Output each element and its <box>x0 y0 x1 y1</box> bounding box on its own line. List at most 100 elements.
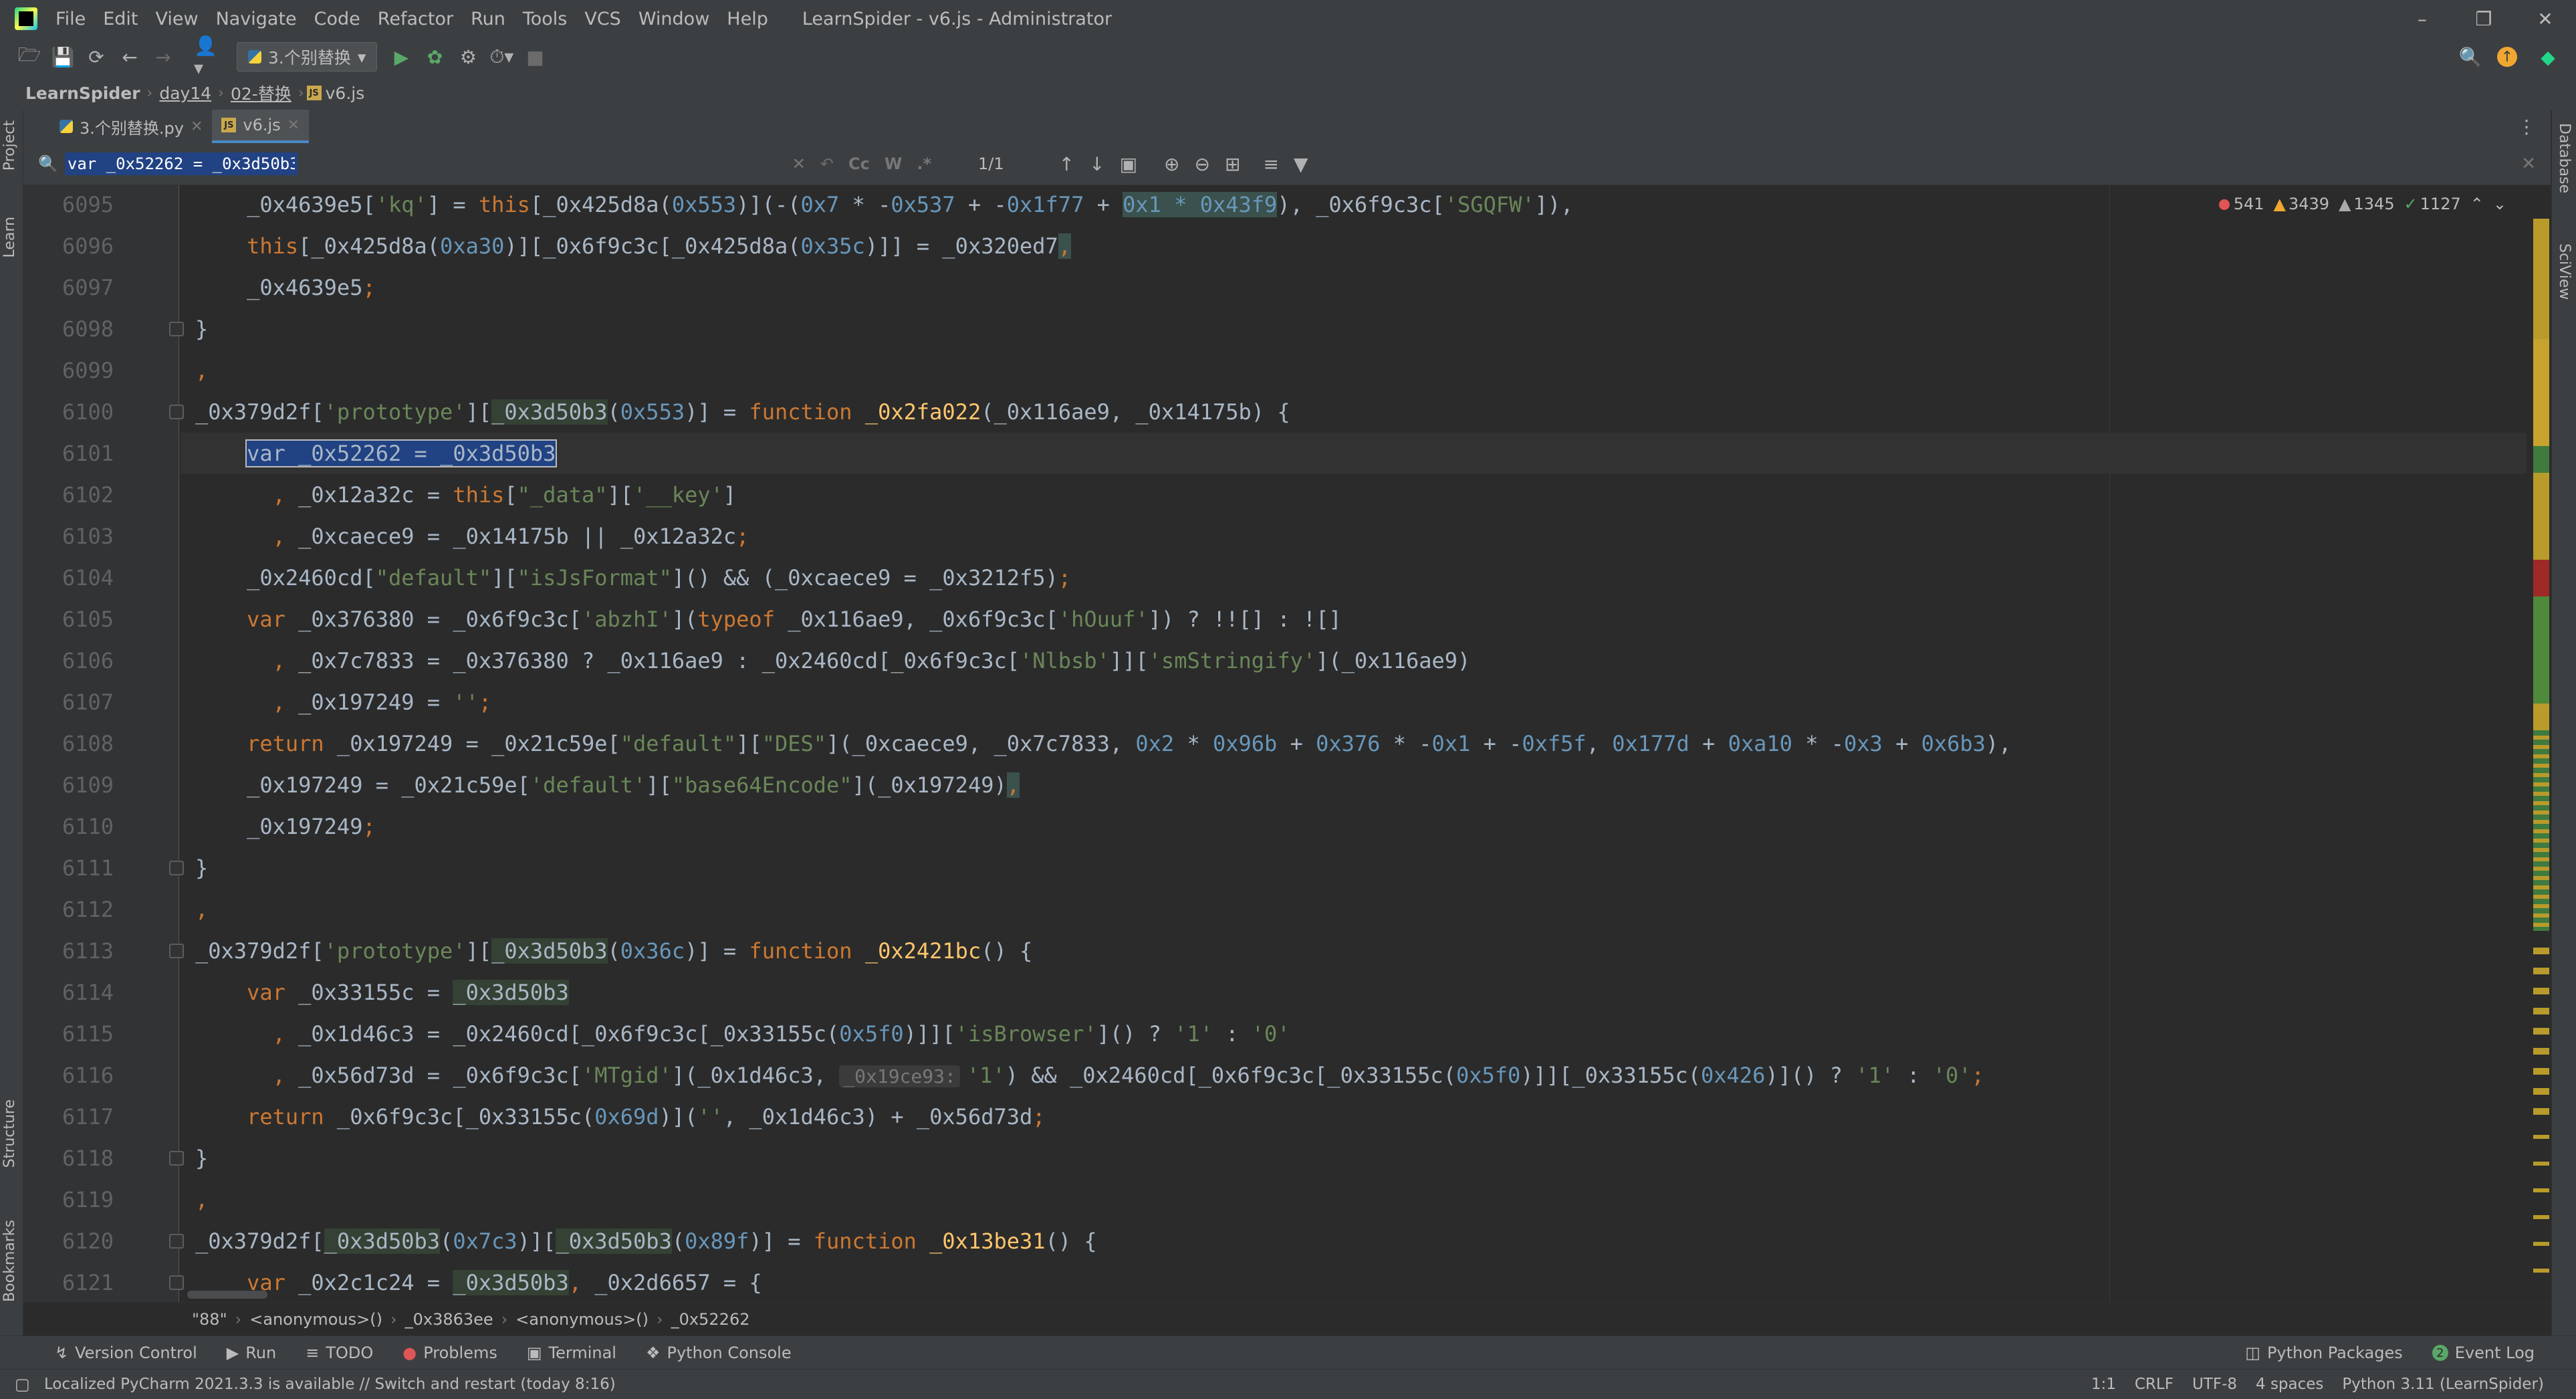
add-occurrence-icon[interactable]: ⊕ <box>1164 153 1179 175</box>
status-message[interactable]: Localized PyCharm 2021.3.3 is available … <box>44 1376 616 1393</box>
close-tab-icon[interactable]: ✕ <box>191 118 203 135</box>
code-line[interactable]: , _0x7c7833 = _0x376380 ? _0x116ae9 : _0… <box>195 640 1471 681</box>
code-line[interactable]: _0x2460cd["default"]["isJsFormat"]() && … <box>195 557 1071 599</box>
file-encoding[interactable]: UTF-8 <box>2192 1376 2237 1393</box>
mixed-marker[interactable] <box>2533 730 2549 931</box>
line-number[interactable]: 6098 <box>23 308 114 350</box>
jetbrains-toolbox-icon[interactable]: ◆ <box>2533 42 2563 72</box>
structure-crumb[interactable]: "88" <box>184 1310 235 1329</box>
more-tabs-icon[interactable]: ⋮ <box>2517 116 2536 138</box>
python-interpreter[interactable]: Python 3.11 (LearnSpider) <box>2342 1376 2544 1393</box>
tool-tab-project[interactable]: Project <box>1 120 18 171</box>
line-number[interactable]: 6115 <box>23 1013 114 1055</box>
regex-toggle[interactable]: .* <box>917 154 931 173</box>
line-number[interactable]: 6118 <box>23 1138 114 1179</box>
menu-file[interactable]: File <box>47 0 94 37</box>
code-line[interactable]: _0x379d2f['prototype'][_0x3d50b3(0x36c)]… <box>195 930 1032 972</box>
line-number[interactable]: 6100 <box>23 391 114 433</box>
line-number[interactable]: 6120 <box>23 1220 114 1262</box>
code-line[interactable]: _0x4639e5['kq'] = this[_0x425d8a(0x553)]… <box>195 185 1573 225</box>
whole-words-toggle[interactable]: W <box>885 154 902 173</box>
menu-run[interactable]: Run <box>462 0 514 37</box>
tool-tab-database[interactable]: Database <box>2556 123 2573 193</box>
line-number[interactable]: 6097 <box>23 267 114 308</box>
history-icon[interactable]: ↶ <box>820 154 834 173</box>
code-editor[interactable]: 6095 6096 6097 6098 6099 6100 6101 6102 6103 6104… <box>23 185 2527 1302</box>
select-all-matches-icon[interactable]: ⊞ <box>1225 153 1240 175</box>
line-separator[interactable]: CRLF <box>2135 1376 2174 1393</box>
line-number[interactable]: 6096 <box>23 225 114 267</box>
ok-marker[interactable] <box>2533 446 2549 473</box>
tool-window-event-log[interactable]: 2 Event Log <box>2418 1343 2549 1362</box>
indent-setting[interactable]: 4 spaces <box>2256 1376 2323 1393</box>
filter-icon[interactable]: ▼ <box>1294 153 1308 175</box>
run-icon[interactable]: ▶ <box>386 42 416 72</box>
structure-crumb[interactable]: <anonymous>() <box>507 1310 657 1329</box>
code-line[interactable]: , _0x12a32c = this["_data"]['__key'] <box>195 474 737 516</box>
next-occurrence-icon[interactable]: ↓ <box>1089 153 1104 175</box>
editor-tab-js[interactable]: JS v6.js ✕ <box>212 110 310 143</box>
profile-icon[interactable]: ⏱▾ <box>487 42 516 72</box>
user-icon[interactable]: 👤▾ <box>194 35 223 79</box>
warning-marker[interactable] <box>2533 339 2549 446</box>
line-number[interactable]: 6099 <box>23 350 114 391</box>
code-line[interactable]: return _0x197249 = _0x21c59e["default"][… <box>195 723 2011 764</box>
breadcrumb-file[interactable]: v6.js <box>322 84 369 103</box>
tool-tab-structure[interactable]: Structure <box>1 1099 18 1168</box>
remove-occurrence-icon[interactable]: ⊖ <box>1195 153 1210 175</box>
match-case-toggle[interactable]: Cc <box>848 154 870 173</box>
filter-settings-icon[interactable]: ≡ <box>1263 153 1278 175</box>
line-number[interactable]: 6106 <box>23 640 114 681</box>
code-line[interactable]: , _0xcaece9 = _0x14175b || _0x12a32c; <box>195 516 749 557</box>
menu-tools[interactable]: Tools <box>514 0 576 37</box>
line-number[interactable]: 6109 <box>23 764 114 806</box>
menu-window[interactable]: Window <box>630 0 718 37</box>
code-line[interactable]: , _0x197249 = ''; <box>195 681 492 723</box>
breadcrumb-folder-day14[interactable]: day14 <box>155 84 215 103</box>
warning-marker[interactable] <box>2533 704 2549 730</box>
code-line[interactable]: , <box>195 1179 208 1220</box>
chevron-up-icon[interactable]: ⌃ <box>2470 195 2484 213</box>
horizontal-scrollbar[interactable] <box>187 1291 267 1299</box>
code-line[interactable]: } <box>195 847 208 889</box>
back-arrow-icon[interactable]: ← <box>115 42 144 72</box>
ok-marker[interactable] <box>2533 597 2549 704</box>
sync-icon[interactable]: ⟳ <box>82 42 111 72</box>
code-line[interactable]: _0x379d2f[_0x3d50b3(0x7c3)][_0x3d50b3(0x… <box>195 1220 1097 1262</box>
line-number[interactable]: 6112 <box>23 889 114 930</box>
restore-icon[interactable]: ❐ <box>2453 8 2514 30</box>
clear-icon[interactable]: ✕ <box>792 154 806 173</box>
error-stripe[interactable] <box>2527 185 2551 1302</box>
line-number[interactable]: 6117 <box>23 1096 114 1138</box>
code-line[interactable]: } <box>195 308 208 350</box>
code-line[interactable]: var _0x376380 = _0x6f9c3c['abzhI'](typeo… <box>195 599 1342 640</box>
menu-help[interactable]: Help <box>718 0 777 37</box>
inspection-widget[interactable]: 541 ▲ 3439 ▲ 1345 ✓ 1127 ⌃ ⌄ <box>2218 191 2506 217</box>
search-everywhere-icon[interactable]: 🔍 <box>2456 42 2485 72</box>
menu-vcs[interactable]: VCS <box>576 0 629 37</box>
line-number[interactable]: 6108 <box>23 723 114 764</box>
code-line[interactable]: _0x379d2f['prototype'][_0x3d50b3(0x553)]… <box>195 391 1290 433</box>
find-input[interactable] <box>64 152 298 175</box>
minimize-icon[interactable]: – <box>2391 8 2453 30</box>
tool-window-todo[interactable]: ≡ TODO <box>291 1343 388 1362</box>
line-number[interactable]: 6103 <box>23 516 114 557</box>
code-line[interactable]: , _0x1d46c3 = _0x2460cd[_0x6f9c3c[_0x331… <box>195 1013 1290 1055</box>
open-folder-icon[interactable]: 🗁 <box>15 42 44 72</box>
code-line[interactable]: , _0x56d73d = _0x6f9c3c['MTgid'](_0x1d46… <box>195 1055 1984 1096</box>
menu-code[interactable]: Code <box>306 0 369 37</box>
line-number[interactable]: 6102 <box>23 474 114 516</box>
line-number[interactable]: 6113 <box>23 930 114 972</box>
close-find-icon[interactable]: ✕ <box>2521 154 2536 174</box>
menu-view[interactable]: View <box>146 0 207 37</box>
code-line[interactable]: _0x197249 = _0x21c59e['default']["base64… <box>195 764 1020 806</box>
menu-navigate[interactable]: Navigate <box>207 0 306 37</box>
code-line[interactable]: this[_0x425d8a(0xa30)][_0x6f9c3c[_0x425d… <box>195 225 1072 267</box>
run-configuration-select[interactable]: 3.个别替换 ▾ <box>237 42 378 72</box>
tool-window-version-control[interactable]: ↯ Version Control <box>40 1343 212 1362</box>
coverage-icon[interactable]: ⚙ <box>453 42 483 72</box>
line-number[interactable]: 6114 <box>23 972 114 1013</box>
tool-window-python-packages[interactable]: ◫ Python Packages <box>2230 1343 2418 1362</box>
breadcrumb-folder-replace[interactable]: 02-替换 <box>227 81 296 105</box>
chevron-down-icon[interactable]: ⌄ <box>2493 195 2506 213</box>
